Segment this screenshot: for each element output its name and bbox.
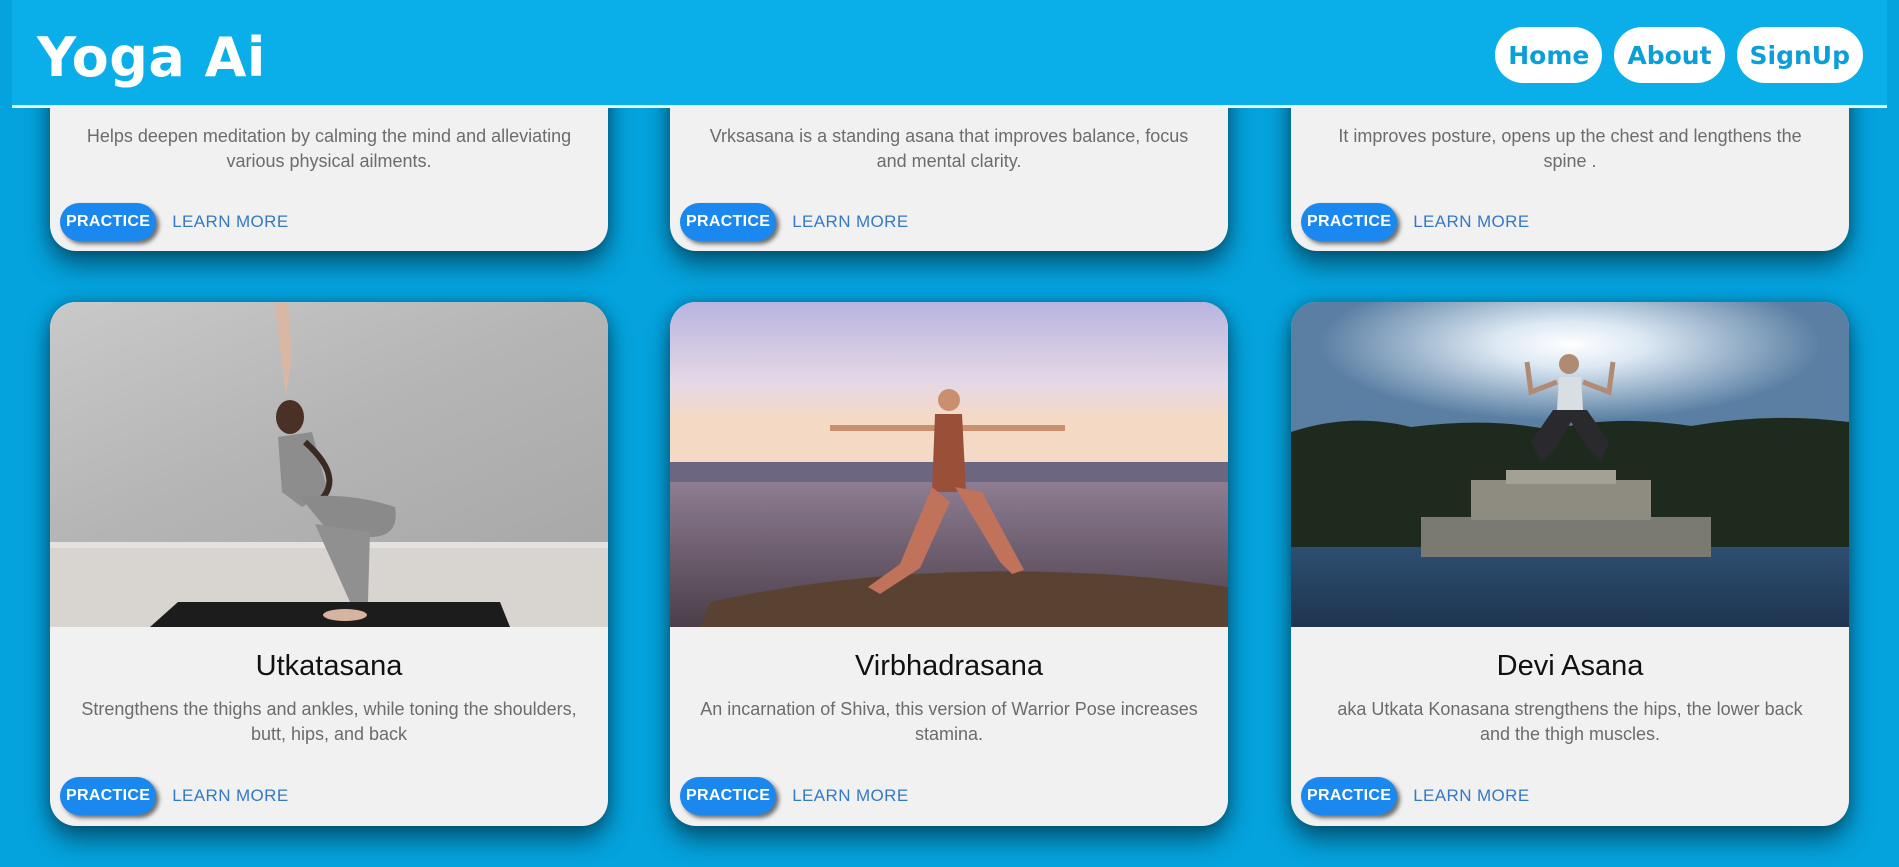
pose-card: Virbhadrasana An incarnation of Shiva, t… (670, 302, 1228, 826)
card-actions: PRACTICE LEARN MORE (1301, 203, 1530, 241)
nav-about-button[interactable]: About (1614, 27, 1725, 83)
learn-more-link[interactable]: LEARN MORE (792, 786, 908, 806)
utkatasana-photo (50, 302, 608, 627)
nav-home-button[interactable]: Home (1495, 27, 1603, 83)
practice-button[interactable]: PRACTICE (680, 777, 777, 815)
card-actions: PRACTICE LEARN MORE (1301, 777, 1530, 815)
card-actions: PRACTICE LEARN MORE (680, 203, 909, 241)
virbhadrasana-photo (670, 302, 1228, 627)
practice-button[interactable]: PRACTICE (680, 203, 777, 241)
learn-more-link[interactable]: LEARN MORE (792, 212, 908, 232)
devi-asana-photo (1291, 302, 1849, 627)
page: Helps deepen meditation by calming the m… (0, 0, 1899, 867)
practice-button[interactable]: PRACTICE (60, 203, 157, 241)
card-title: Devi Asana (1496, 650, 1644, 682)
card-title: Utkatasana (255, 650, 403, 682)
card-description: It improves posture, opens up the chest … (1338, 126, 1802, 171)
learn-more-link[interactable]: LEARN MORE (1413, 212, 1529, 232)
card-actions: PRACTICE LEARN MORE (60, 777, 289, 815)
learn-more-link[interactable]: LEARN MORE (172, 786, 288, 806)
pose-card: Devi Asana aka Utkata Konasana strengthe… (1291, 302, 1849, 826)
pose-card: Utkatasana Strengthens the thighs and an… (50, 302, 608, 826)
card-description: Strengthens the thighs and ankles, while… (81, 699, 577, 744)
card-description: Vrksasana is a standing asana that impro… (709, 126, 1189, 171)
card-actions: PRACTICE LEARN MORE (60, 203, 289, 241)
card-title: Virbhadrasana (854, 650, 1044, 682)
learn-more-link[interactable]: LEARN MORE (1413, 786, 1529, 806)
card-description: An incarnation of Shiva, this version of… (700, 699, 1198, 744)
learn-more-link[interactable]: LEARN MORE (172, 212, 288, 232)
nav-links: Home About SignUp (1495, 27, 1863, 83)
practice-button[interactable]: PRACTICE (1301, 203, 1398, 241)
navbar: Yoga Ai Home About SignUp (12, 0, 1887, 108)
card-actions: PRACTICE LEARN MORE (680, 777, 909, 815)
card-description: Helps deepen meditation by calming the m… (86, 126, 572, 171)
card-description: aka Utkata Konasana strengthens the hips… (1337, 699, 1803, 744)
practice-button[interactable]: PRACTICE (60, 777, 157, 815)
practice-button[interactable]: PRACTICE (1301, 777, 1398, 815)
brand-logo[interactable]: Yoga Ai (37, 26, 266, 89)
nav-signup-button[interactable]: SignUp (1736, 27, 1863, 83)
